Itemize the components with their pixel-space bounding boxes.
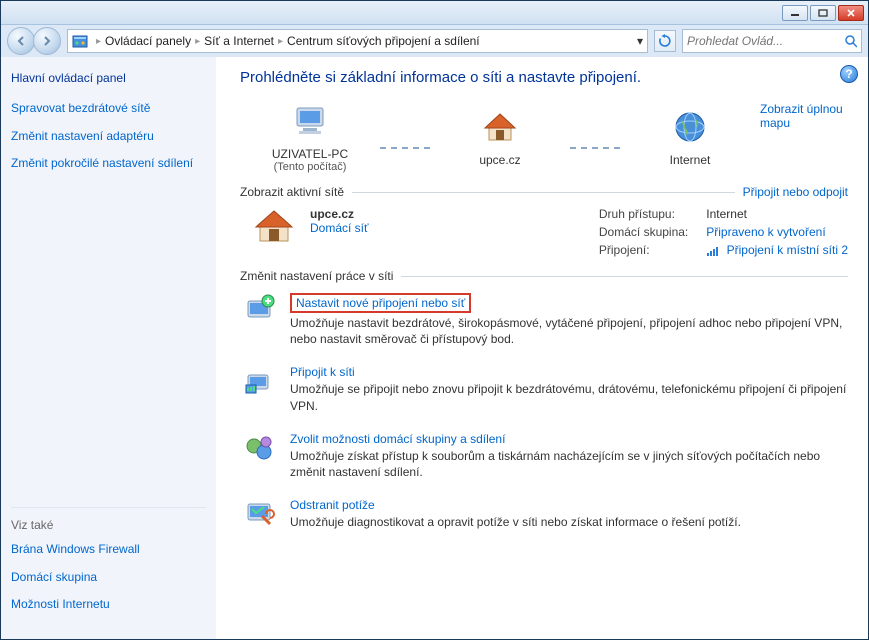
globe-icon bbox=[671, 108, 709, 146]
house-icon bbox=[481, 108, 519, 146]
see-also-title: Viz také bbox=[11, 507, 206, 532]
window-network-center: ▸ Ovládací panely ▸ Síť a Internet ▸ Cen… bbox=[0, 0, 869, 640]
task-desc: Umožňuje diagnostikovat a opravit potíže… bbox=[290, 514, 741, 530]
forward-button[interactable] bbox=[33, 27, 61, 55]
full-map-link[interactable]: Zobrazit úplnou mapu bbox=[760, 102, 848, 130]
breadcrumb[interactable]: ▸ Ovládací panely ▸ Síť a Internet ▸ Cen… bbox=[67, 29, 648, 53]
homegroup-link[interactable]: Připraveno k vytvoření bbox=[706, 225, 825, 239]
refresh-icon bbox=[658, 34, 672, 48]
back-button[interactable] bbox=[7, 27, 35, 55]
task-title[interactable]: Odstranit potíže bbox=[290, 498, 375, 512]
active-network: upce.cz Domácí síť Druh přístupu: Intern… bbox=[252, 207, 848, 257]
refresh-button[interactable] bbox=[654, 30, 676, 52]
sidebar-item-sharing[interactable]: Změnit pokročilé nastavení sdílení bbox=[11, 156, 206, 172]
sidebar-item-adapter[interactable]: Změnit nastavení adaptéru bbox=[11, 129, 206, 145]
troubleshoot-icon bbox=[244, 498, 276, 530]
task-troubleshoot[interactable]: Odstranit potíže Umožňuje diagnostikovat… bbox=[244, 498, 848, 530]
topology-gateway[interactable]: upce.cz bbox=[430, 108, 570, 167]
sidebar-title[interactable]: Hlavní ovládací panel bbox=[11, 71, 206, 85]
task-title[interactable]: Nastavit nové připojení nebo síť bbox=[290, 293, 471, 313]
access-type-value: Internet bbox=[706, 207, 848, 221]
crumb-root[interactable]: Ovládací panely bbox=[105, 34, 191, 48]
main-content: ? Prohlédněte si základní informace o sí… bbox=[216, 57, 868, 639]
connect-disconnect-link[interactable]: Připojit nebo odpojit bbox=[743, 185, 848, 199]
task-title[interactable]: Zvolit možnosti domácí skupiny a sdílení bbox=[290, 432, 505, 446]
maximize-button[interactable] bbox=[810, 5, 836, 21]
minimize-button[interactable] bbox=[782, 5, 808, 21]
network-topology: UZIVATEL-PC (Tento počítač) upce.cz Inte… bbox=[240, 102, 848, 173]
dropdown-icon[interactable]: ▾ bbox=[637, 34, 643, 48]
sidebar-item-homegroup[interactable]: Domácí skupina bbox=[11, 570, 206, 586]
sidebar-item-wireless[interactable]: Spravovat bezdrátové sítě bbox=[11, 101, 206, 117]
topology-internet[interactable]: Internet bbox=[620, 108, 760, 167]
topology-pc[interactable]: UZIVATEL-PC (Tento počítač) bbox=[240, 102, 380, 173]
setup-connection-icon bbox=[244, 293, 276, 325]
close-button[interactable] bbox=[838, 5, 864, 21]
help-icon[interactable]: ? bbox=[840, 65, 858, 83]
connect-network-icon bbox=[244, 365, 276, 397]
task-desc: Umožňuje se připojit nebo znovu připojit… bbox=[290, 381, 848, 413]
sidebar: Hlavní ovládací panel Spravovat bezdráto… bbox=[1, 57, 216, 639]
network-name: upce.cz bbox=[310, 207, 369, 221]
change-settings-header: Změnit nastavení práce v síti bbox=[240, 269, 848, 283]
network-properties: Druh přístupu: Internet Domácí skupina: … bbox=[599, 207, 848, 257]
active-networks-header: Zobrazit aktivní sítě Připojit nebo odpo… bbox=[240, 185, 848, 199]
address-bar: ▸ Ovládací panely ▸ Síť a Internet ▸ Cen… bbox=[1, 25, 868, 57]
task-desc: Umožňuje nastavit bezdrátové, širokopásm… bbox=[290, 315, 848, 347]
connection-icon bbox=[706, 245, 720, 257]
crumb-mid[interactable]: Síť a Internet bbox=[204, 34, 274, 48]
sidebar-item-internet-options[interactable]: Možnosti Internetu bbox=[11, 597, 206, 613]
network-house-icon bbox=[252, 207, 296, 245]
page-title: Prohlédněte si základní informace o síti… bbox=[240, 69, 848, 86]
task-list: Nastavit nové připojení nebo síť Umožňuj… bbox=[240, 293, 848, 530]
task-connect-network[interactable]: Připojit k síti Umožňuje se připojit neb… bbox=[244, 365, 848, 413]
titlebar bbox=[1, 1, 868, 25]
search-icon bbox=[844, 34, 857, 48]
task-setup-connection[interactable]: Nastavit nové připojení nebo síť Umožňuj… bbox=[244, 293, 848, 347]
connection-link[interactable]: Připojení k místní síti 2 bbox=[727, 243, 848, 257]
search-box[interactable] bbox=[682, 29, 862, 53]
control-panel-icon bbox=[72, 33, 88, 49]
task-desc: Umožňuje získat přístup k souborům a tis… bbox=[290, 448, 848, 480]
sidebar-item-firewall[interactable]: Brána Windows Firewall bbox=[11, 542, 206, 558]
task-title[interactable]: Připojit k síti bbox=[290, 365, 355, 379]
search-input[interactable] bbox=[687, 34, 844, 48]
homegroup-icon bbox=[244, 432, 276, 464]
crumb-leaf[interactable]: Centrum síťových připojení a sdílení bbox=[287, 34, 480, 48]
network-type-link[interactable]: Domácí síť bbox=[310, 221, 369, 235]
pc-icon bbox=[291, 102, 329, 140]
task-homegroup-sharing[interactable]: Zvolit možnosti domácí skupiny a sdílení… bbox=[244, 432, 848, 480]
